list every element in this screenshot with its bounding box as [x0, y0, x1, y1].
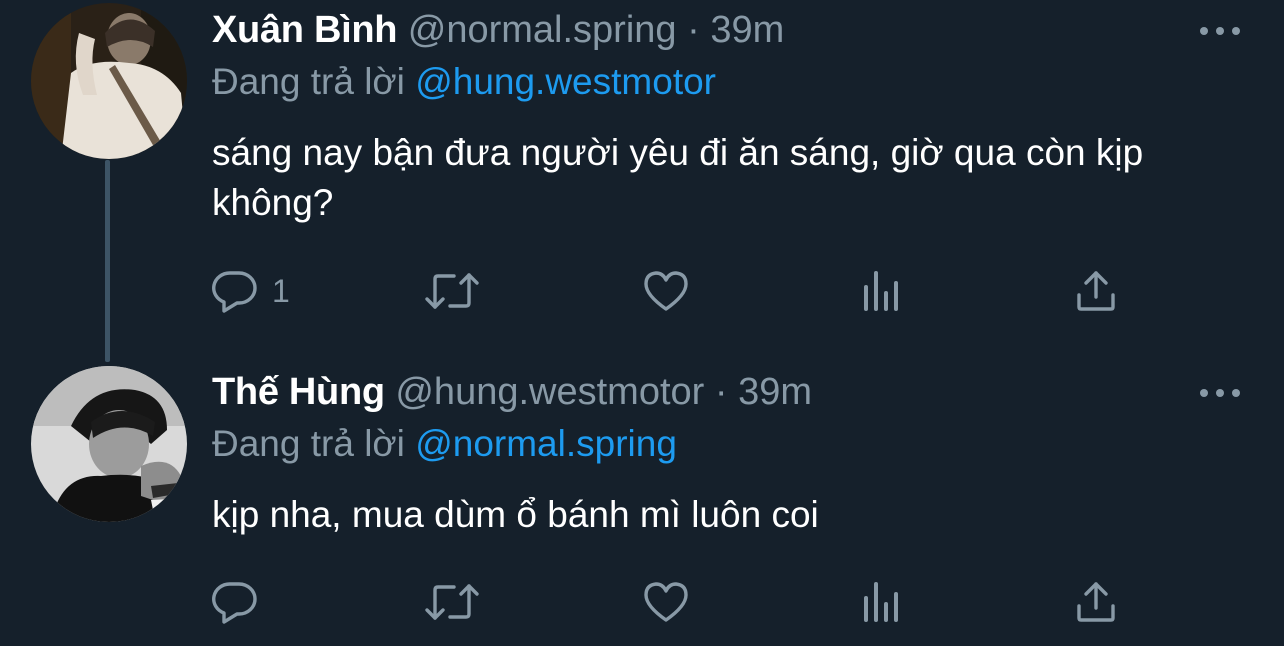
- user-handle[interactable]: @hung.westmotor: [395, 371, 704, 413]
- share-button[interactable]: [1074, 267, 1118, 315]
- replying-to-line: Đang trả lời @hung.westmotor: [212, 59, 716, 105]
- tweet-text: kịp nha, mua dùm ổ bánh mì luôn coi: [212, 494, 819, 535]
- share-icon: [1077, 582, 1115, 622]
- replying-prefix: Đang trả lời: [212, 61, 405, 102]
- more-icon[interactable]: [1200, 21, 1240, 41]
- share-icon: [1077, 271, 1115, 311]
- mention-link[interactable]: @normal.spring: [415, 423, 677, 464]
- avatar-photo: [31, 366, 187, 522]
- like-icon: [644, 582, 688, 622]
- retweet-button[interactable]: [424, 267, 480, 315]
- replying-to-line: Đang trả lời @normal.spring: [212, 421, 677, 467]
- reply-button[interactable]: [212, 578, 272, 626]
- like-button[interactable]: [642, 578, 690, 626]
- avatar[interactable]: [31, 366, 187, 522]
- tweet-header: Xuân Bình @normal.spring · 39m: [212, 6, 784, 54]
- analytics-button[interactable]: [860, 578, 904, 626]
- replying-prefix: Đang trả lời: [212, 423, 405, 464]
- analytics-icon: [864, 582, 898, 622]
- like-button[interactable]: [642, 267, 690, 315]
- timestamp[interactable]: 39m: [738, 371, 812, 413]
- reply-icon: [212, 271, 257, 313]
- reply-thread: Xuân Bình @normal.spring · 39m Đang trả …: [0, 0, 1284, 646]
- display-name[interactable]: Xuân Bình: [212, 9, 397, 51]
- retweet-button[interactable]: [424, 578, 480, 626]
- tweet[interactable]: Xuân Bình @normal.spring · 39m Đang trả …: [0, 0, 1284, 330]
- tweet[interactable]: Thế Hùng @hung.westmotor · 39m Đang trả …: [0, 360, 1284, 646]
- tweet-header: Thế Hùng @hung.westmotor · 39m: [212, 368, 812, 416]
- analytics-icon: [864, 271, 898, 311]
- retweet-icon: [425, 584, 479, 620]
- display-name[interactable]: Thế Hùng: [212, 371, 385, 413]
- separator-dot: ·: [714, 371, 728, 413]
- tweet-actions: 1: [212, 267, 1212, 315]
- reply-icon: [212, 582, 257, 624]
- analytics-button[interactable]: [860, 267, 904, 315]
- separator-dot: ·: [687, 9, 700, 51]
- user-handle[interactable]: @normal.spring: [408, 9, 677, 51]
- share-button[interactable]: [1074, 578, 1118, 626]
- tweet-text: sáng nay bận đưa người yêu đi ăn sáng, g…: [212, 132, 1144, 223]
- reply-count: 1: [272, 272, 290, 309]
- like-icon: [644, 271, 688, 311]
- more-icon[interactable]: [1200, 383, 1240, 403]
- reply-button[interactable]: 1: [212, 267, 290, 315]
- timestamp[interactable]: 39m: [710, 9, 784, 51]
- tweet-actions: [212, 578, 1212, 626]
- avatar[interactable]: [31, 3, 187, 159]
- retweet-icon: [425, 273, 479, 309]
- mention-link[interactable]: @hung.westmotor: [415, 61, 716, 102]
- avatar-photo: [31, 3, 187, 159]
